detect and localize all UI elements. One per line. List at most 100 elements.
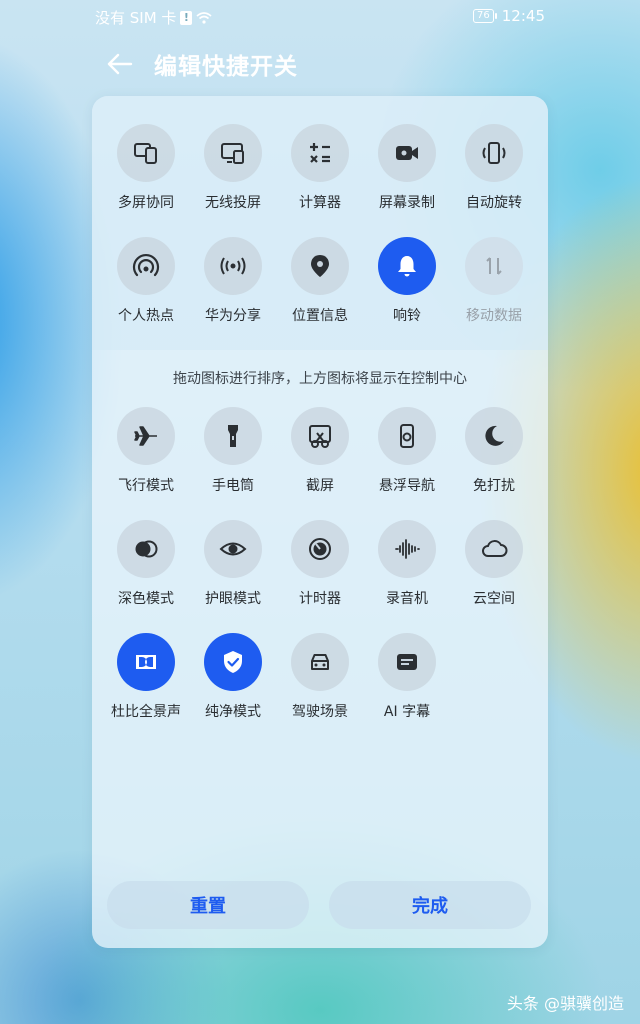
status-right: 76 12:45 xyxy=(473,7,545,25)
tile-driving-scene[interactable]: 驾驶场景 xyxy=(275,633,365,733)
car-icon xyxy=(311,654,329,670)
wifi-icon xyxy=(196,11,212,24)
tile-dark-mode[interactable]: 深色模式 xyxy=(101,520,191,620)
tile-label: 多屏协同 xyxy=(118,195,174,211)
cloud-icon xyxy=(482,540,508,557)
tile-icon-circle xyxy=(204,633,262,691)
tile-label: 录音机 xyxy=(386,591,428,607)
multi-screen-icon xyxy=(134,143,157,164)
tile-icon-circle xyxy=(291,633,349,691)
tile-ring[interactable]: 响铃 xyxy=(362,237,452,337)
tile-dolby-atmos[interactable]: 杜比全景声 xyxy=(101,633,191,733)
carrier-text: 没有 SIM 卡 xyxy=(95,9,177,27)
subtitles-icon xyxy=(397,654,417,670)
dark-mode-icon xyxy=(135,540,158,558)
tile-wireless-projection[interactable]: 无线投屏 xyxy=(188,124,278,224)
tile-hotspot[interactable]: 个人热点 xyxy=(101,237,191,337)
tile-label: 计时器 xyxy=(299,591,341,607)
tile-pure-mode[interactable]: 纯净模式 xyxy=(188,633,278,733)
tile-label: 个人热点 xyxy=(118,308,174,324)
mobile-data-icon xyxy=(486,257,502,275)
tile-icon-circle xyxy=(291,124,349,182)
reset-button[interactable]: 重置 xyxy=(107,881,309,929)
recorder-icon xyxy=(395,539,420,559)
tile-label: 深色模式 xyxy=(118,591,174,607)
tile-screen-record[interactable]: 屏幕录制 xyxy=(362,124,452,224)
tile-label: 飞行模式 xyxy=(118,478,174,494)
flashlight-icon xyxy=(228,425,238,447)
floating-nav-icon xyxy=(400,424,414,448)
calculator-icon xyxy=(310,143,330,163)
tile-icon-circle xyxy=(378,520,436,578)
tile-screenshot[interactable]: 截屏 xyxy=(275,407,365,507)
header: 编辑快捷开关 xyxy=(100,44,298,84)
clock: 12:45 xyxy=(501,7,545,25)
tile-recorder[interactable]: 录音机 xyxy=(362,520,452,620)
battery-icon: 76 xyxy=(473,9,497,23)
tile-calculator[interactable]: 计算器 xyxy=(275,124,365,224)
tile-icon-circle xyxy=(204,124,262,182)
tile-label: 手电筒 xyxy=(212,478,254,494)
wireless-projection-icon xyxy=(221,143,244,164)
tile-icon-circle xyxy=(378,124,436,182)
tile-cloud-space[interactable]: 云空间 xyxy=(449,520,539,620)
tile-icon-circle xyxy=(465,407,523,465)
tile-label: 位置信息 xyxy=(292,308,348,324)
tile-icon-circle xyxy=(378,237,436,295)
dolby-icon xyxy=(136,655,156,669)
tile-label: 计算器 xyxy=(299,195,341,211)
tile-label: 杜比全景声 xyxy=(111,704,181,720)
tile-flashlight[interactable]: 手电筒 xyxy=(188,407,278,507)
tile-icon-circle xyxy=(117,237,175,295)
tile-icon-circle xyxy=(117,407,175,465)
moon-icon xyxy=(485,425,504,446)
done-button[interactable]: 完成 xyxy=(329,881,531,929)
tile-label: 屏幕录制 xyxy=(379,195,435,211)
drag-hint-text: 拖动图标进行排序，上方图标将显示在控制中心 xyxy=(173,371,467,387)
tile-mobile-data[interactable]: 移动数据 xyxy=(449,237,539,337)
tile-multi-screen[interactable]: 多屏协同 xyxy=(101,124,191,224)
screenshot-icon xyxy=(309,425,331,448)
eye-icon xyxy=(219,542,247,556)
tile-eye-comfort[interactable]: 护眼模式 xyxy=(188,520,278,620)
tile-icon-circle xyxy=(204,520,262,578)
tile-icon-circle xyxy=(465,520,523,578)
tile-label: 悬浮导航 xyxy=(379,478,435,494)
tile-label: 护眼模式 xyxy=(205,591,261,607)
tile-icon-circle xyxy=(291,520,349,578)
tile-airplane-mode[interactable]: 飞行模式 xyxy=(101,407,191,507)
shield-check-icon xyxy=(224,651,242,673)
tile-floating-nav[interactable]: 悬浮导航 xyxy=(362,407,452,507)
back-arrow-icon xyxy=(107,53,133,75)
timer-icon xyxy=(309,538,331,560)
tile-label: AI 字幕 xyxy=(383,704,431,720)
tile-label: 截屏 xyxy=(306,478,334,494)
sim-warning-icon: ! xyxy=(180,10,193,25)
tile-label: 移动数据 xyxy=(466,308,522,324)
tile-icon-circle xyxy=(117,633,175,691)
tile-icon-circle xyxy=(204,237,262,295)
auto-rotate-icon xyxy=(482,142,506,164)
tile-icon-circle xyxy=(378,407,436,465)
tile-timer[interactable]: 计时器 xyxy=(275,520,365,620)
tile-icon-circle xyxy=(117,124,175,182)
back-button[interactable] xyxy=(100,44,140,84)
tile-label: 自动旋转 xyxy=(466,195,522,211)
huawei-share-icon xyxy=(220,257,246,275)
tile-location[interactable]: 位置信息 xyxy=(275,237,365,337)
tile-icon-circle xyxy=(465,237,523,295)
tile-label: 免打扰 xyxy=(473,478,515,494)
tile-ai-subtitles[interactable]: AI 字幕 xyxy=(362,633,452,733)
tile-icon-circle xyxy=(291,237,349,295)
tile-auto-rotate[interactable]: 自动旋转 xyxy=(449,124,539,224)
tile-do-not-disturb[interactable]: 免打扰 xyxy=(449,407,539,507)
status-left: 没有 SIM 卡 ! xyxy=(95,7,212,28)
tile-label: 华为分享 xyxy=(205,308,261,324)
tile-icon-circle xyxy=(204,407,262,465)
tile-label: 云空间 xyxy=(473,591,515,607)
location-pin-icon xyxy=(311,255,329,277)
hotspot-icon xyxy=(132,253,160,277)
tile-huawei-share[interactable]: 华为分享 xyxy=(188,237,278,337)
tile-icon-circle xyxy=(291,407,349,465)
edit-panel: 多屏协同 无线投屏 计算器 屏幕录制 自动旋转 个人热点 华为分享 位置信息 响… xyxy=(92,96,548,948)
